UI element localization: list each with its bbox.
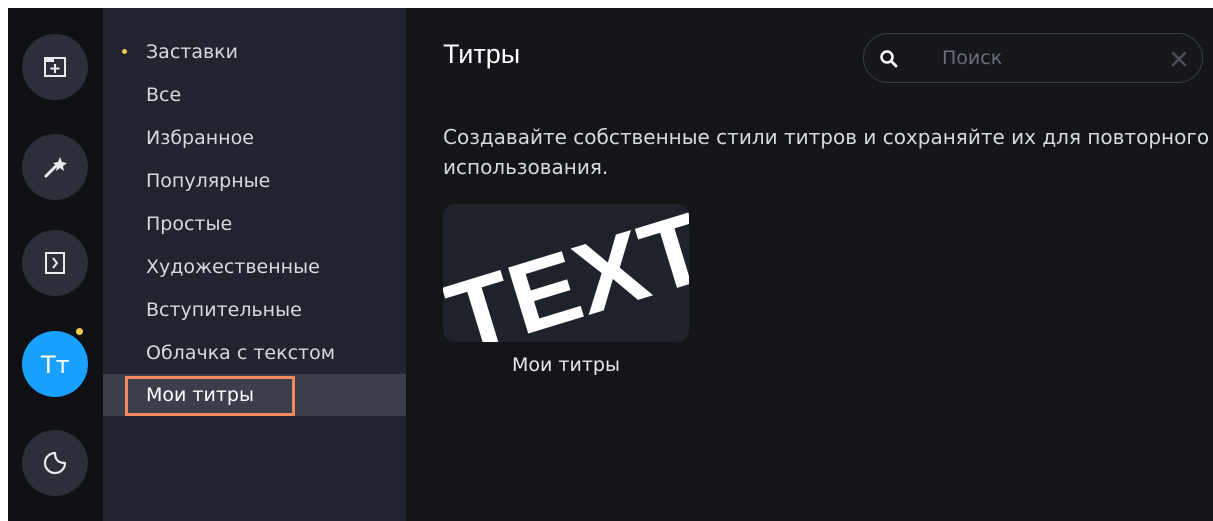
category-simple[interactable]: Простые <box>103 203 406 245</box>
filters-button[interactable] <box>22 134 88 200</box>
import-button[interactable] <box>22 34 88 100</box>
sticker-icon <box>43 451 67 475</box>
svg-text:Tт: Tт <box>40 351 70 378</box>
category-opening[interactable]: Вступительные <box>103 289 406 331</box>
category-label: Вступительные <box>146 299 302 321</box>
search-input[interactable] <box>942 46 1152 70</box>
stickers-button[interactable] <box>22 430 88 496</box>
category-artistic[interactable]: Художественные <box>103 246 406 288</box>
titles-button[interactable]: Tт <box>22 331 88 397</box>
magic-wand-icon <box>44 157 67 178</box>
category-label: Заставки <box>146 41 239 63</box>
card-label: Мои титры <box>512 354 620 376</box>
description-text: Создавайте собственные стили титров и со… <box>443 125 1210 179</box>
titles-panel: Титры Создавайте собственные стили титро… <box>406 8 1213 521</box>
category-intros[interactable]: Заставки <box>103 31 406 73</box>
category-all[interactable]: Все <box>103 74 406 116</box>
category-sidebar: Заставки Все Избранное Популярные Просты… <box>103 8 406 521</box>
page-title: Титры <box>443 39 521 69</box>
video-editor-app: Tт Заставки Все Избранное Популярные Про… <box>8 8 1213 521</box>
category-label: Все <box>146 84 182 106</box>
clear-icon[interactable] <box>1170 50 1188 68</box>
category-label: Художественные <box>146 256 320 278</box>
category-label: Простые <box>146 213 233 235</box>
category-speech-bubbles[interactable]: Облачка с текстом <box>103 332 406 374</box>
transitions-button[interactable] <box>22 230 88 296</box>
category-label: Популярные <box>146 170 271 192</box>
category-favorites[interactable]: Избранное <box>103 117 406 159</box>
new-dot <box>122 49 127 54</box>
folder-plus-icon <box>44 57 66 77</box>
search-box <box>863 33 1203 83</box>
category-my-titles[interactable]: Мои титры <box>103 374 406 416</box>
text-thumbnail: TEXT <box>443 204 689 342</box>
category-label: Облачка с текстом <box>146 342 336 364</box>
notification-dot <box>76 328 83 335</box>
transition-icon <box>45 252 65 274</box>
tool-rail: Tт <box>8 8 103 521</box>
search-icon[interactable] <box>879 49 899 69</box>
category-label: Избранное <box>146 127 254 149</box>
my-titles-card[interactable]: TEXT <box>443 204 689 342</box>
category-label: Мои титры <box>146 384 254 406</box>
category-popular[interactable]: Популярные <box>103 160 406 202</box>
titles-tt-icon: Tт <box>40 351 70 378</box>
